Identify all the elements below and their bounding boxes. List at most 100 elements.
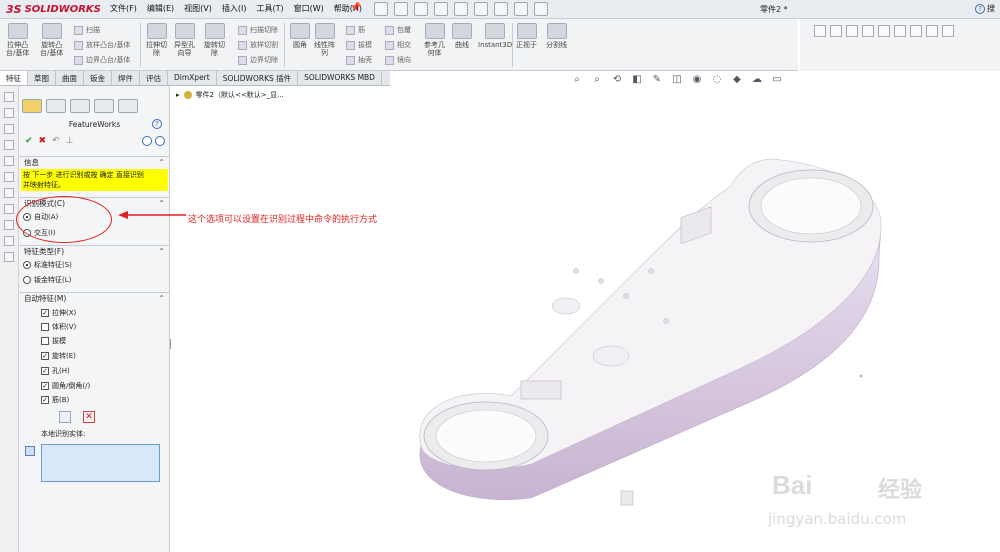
menu-tools[interactable]: 工具(T) <box>256 3 283 14</box>
zoom-to-fit-icon[interactable]: ⌕ <box>571 74 583 86</box>
revolve-boss-button[interactable]: 旋转凸 台/基体 <box>40 23 63 57</box>
display-style-icon[interactable]: ◉ <box>691 74 703 86</box>
auto-item-revolve[interactable]: ✓ 旋转(E) <box>41 351 76 361</box>
toolbar-icon[interactable] <box>926 25 938 37</box>
tab-sheet-metal[interactable]: 钣金 <box>84 71 112 85</box>
hole-wizard-button[interactable]: 异型孔 向导 <box>174 23 195 57</box>
type-standard-radio[interactable]: 标准特征(S) <box>23 260 72 270</box>
intersect-button[interactable]: 相交 <box>385 40 411 50</box>
info-section-header[interactable]: 信息 ⌃ <box>19 156 170 168</box>
tab-dimxpert[interactable]: DimXpert <box>168 71 217 85</box>
rebuild-icon[interactable] <box>494 2 508 16</box>
back-arrow-icon[interactable] <box>142 136 152 146</box>
auto-item-hole[interactable]: ✓ 孔(H) <box>41 366 70 376</box>
solidworks-logo[interactable]: 3S SOLIDWORKS <box>6 2 101 17</box>
undo-icon[interactable] <box>454 2 468 16</box>
extrude-boss-button[interactable]: 拉伸凸 台/基体 <box>6 23 29 57</box>
auto-item-draft[interactable]: 拔模 <box>41 336 66 346</box>
strip-icon[interactable] <box>4 252 14 262</box>
hide-show-icon[interactable]: ◌ <box>711 74 723 86</box>
strip-icon[interactable] <box>4 124 14 134</box>
rib-button[interactable]: 筋 <box>346 25 365 35</box>
open-icon[interactable] <box>394 2 408 16</box>
strip-icon[interactable] <box>4 236 14 246</box>
fillet-button[interactable]: 圆角 <box>290 23 310 49</box>
sweep-button[interactable]: 扫描 <box>74 25 100 35</box>
boundary-boss-button[interactable]: 边界凸台/基体 <box>74 55 130 65</box>
tab-weldments[interactable]: 焊件 <box>112 71 140 85</box>
menu-window[interactable]: 窗口(W) <box>294 3 324 14</box>
wrap-button[interactable]: 包覆 <box>385 25 411 35</box>
linear-pattern-button[interactable]: 线性阵 列 <box>314 23 335 57</box>
toolbar-icon[interactable] <box>878 25 890 37</box>
tab-surfaces[interactable]: 曲面 <box>56 71 84 85</box>
strip-icon[interactable] <box>4 204 14 214</box>
auto-item-fillet-chamfer[interactable]: ✓ 圆角/倒角(/) <box>41 381 90 391</box>
tab-sketch[interactable]: 草图 <box>28 71 56 85</box>
view-orientation-icon[interactable]: ◫ <box>671 74 683 86</box>
feature-manager-tab[interactable] <box>46 99 66 113</box>
undo-icon[interactable]: ↶ <box>52 136 60 146</box>
curves-button[interactable]: 曲线 <box>452 23 472 49</box>
select-icon[interactable] <box>474 2 488 16</box>
auto-item-volume[interactable]: 体积(V) <box>41 322 76 332</box>
shell-button[interactable]: 抽壳 <box>346 55 372 65</box>
menu-file[interactable]: 文件(F) <box>110 3 137 14</box>
loft-button[interactable]: 放样凸台/基体 <box>74 40 130 50</box>
pin-icon[interactable]: 📌 <box>350 3 361 15</box>
auto-features-section-header[interactable]: 自动特征(M) ⌃ <box>19 292 170 304</box>
help-icon[interactable]: ? <box>152 119 162 129</box>
toolbar-icon[interactable] <box>894 25 906 37</box>
toolbar-icon[interactable] <box>830 25 842 37</box>
tab-addins[interactable]: SOLIDWORKS 插件 <box>217 71 299 85</box>
split-line-button[interactable]: 分割线 <box>546 23 567 49</box>
options-gear-icon[interactable] <box>534 2 548 16</box>
instant3d-button[interactable]: Instant3D <box>478 23 512 49</box>
strip-icon[interactable] <box>4 188 14 198</box>
dimxpert-manager-tab[interactable] <box>94 99 114 113</box>
ok-check-icon[interactable]: ✔ <box>25 136 33 146</box>
cancel-x-icon[interactable]: ✖ <box>39 136 47 146</box>
toolbar-icon[interactable] <box>814 25 826 37</box>
auto-item-extrude[interactable]: ✓ 拉伸(X) <box>41 308 76 318</box>
local-bodies-list[interactable] <box>41 444 160 482</box>
feature-tree-flyout[interactable]: ▸ 零件2（默认<<默认>_显... <box>176 90 284 100</box>
auto-item-rib[interactable]: ✓ 筋(B) <box>41 395 69 405</box>
swept-cut-button[interactable]: 扫描切除 <box>238 25 278 35</box>
toolbar-icon[interactable] <box>846 25 858 37</box>
strip-icon[interactable] <box>4 92 14 102</box>
strip-icon[interactable] <box>4 156 14 166</box>
edit-appearance-icon[interactable]: ◆ <box>731 74 743 86</box>
previous-view-icon[interactable]: ⟲ <box>611 74 623 86</box>
strip-icon[interactable] <box>4 172 14 182</box>
tab-features[interactable]: 特征 <box>0 71 28 85</box>
configuration-manager-tab[interactable] <box>70 99 90 113</box>
select-all-icon[interactable] <box>59 411 71 423</box>
new-document-icon[interactable] <box>374 2 388 16</box>
strip-icon[interactable] <box>4 220 14 230</box>
normal-to-button[interactable]: 正视于 <box>516 23 537 49</box>
property-manager-tab[interactable] <box>22 99 42 113</box>
3d-model[interactable] <box>411 146 891 526</box>
strip-icon[interactable] <box>4 108 14 118</box>
revolve-cut-button[interactable]: 旋转切 除 <box>204 23 225 57</box>
tab-mbd[interactable]: SOLIDWORKS MBD <box>298 71 382 85</box>
draft-button[interactable]: 拔模 <box>346 40 372 50</box>
lofted-cut-button[interactable]: 放样切割 <box>238 40 278 50</box>
section-view-icon[interactable]: ◧ <box>631 74 643 86</box>
toolbar-icon[interactable] <box>942 25 954 37</box>
deselect-all-icon[interactable]: ✕ <box>83 411 95 423</box>
menu-view[interactable]: 视图(V) <box>184 3 212 14</box>
toolbar-icon[interactable] <box>910 25 922 37</box>
apply-scene-icon[interactable]: ☁ <box>751 74 763 86</box>
mirror-button[interactable]: 镜向 <box>385 55 411 65</box>
pushpin-icon[interactable]: ⊥ <box>66 136 74 146</box>
boundary-cut-button[interactable]: 边界切除 <box>238 55 278 65</box>
print-icon[interactable] <box>434 2 448 16</box>
dynamic-annotation-icon[interactable]: ✎ <box>651 74 663 86</box>
reference-geometry-button[interactable]: 参考几 何体 <box>424 23 445 57</box>
strip-icon[interactable] <box>4 140 14 150</box>
type-section-header[interactable]: 特征类型(F) ⌃ <box>19 245 170 257</box>
menu-insert[interactable]: 插入(I) <box>222 3 247 14</box>
next-arrow-icon[interactable] <box>155 136 165 146</box>
